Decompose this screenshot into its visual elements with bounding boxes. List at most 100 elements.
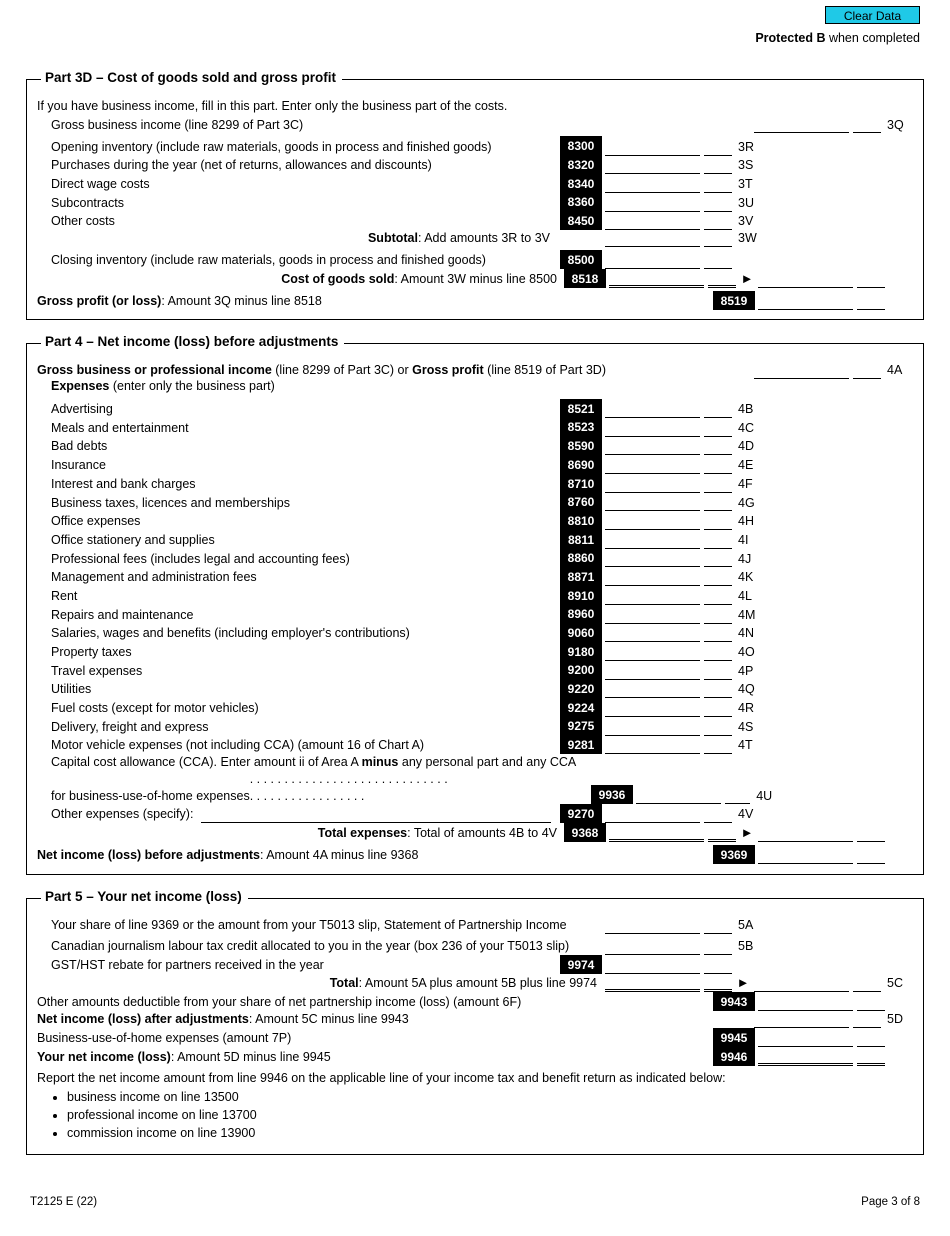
amount-cents[interactable] [704,533,732,549]
amount-input[interactable] [605,402,700,418]
amount-cents[interactable] [857,1048,885,1066]
amount-cents[interactable] [704,402,732,418]
amount-input[interactable] [754,117,849,133]
amount-input[interactable] [605,253,700,269]
amount-cents[interactable] [704,253,732,269]
amount-cents[interactable] [857,294,885,310]
clear-data-button[interactable]: Clear Data [825,6,920,24]
amount-input[interactable] [754,363,849,379]
amount-cents[interactable] [704,958,732,974]
amount-cents[interactable] [704,214,732,230]
amount-cents[interactable] [857,1031,885,1047]
amount-input[interactable] [758,848,853,864]
amount-cents[interactable] [704,495,732,511]
amount-input[interactable] [605,738,700,754]
amount-input[interactable] [605,939,700,955]
amount-input[interactable] [758,1031,853,1047]
amount-cents[interactable] [704,645,732,661]
amount-cents[interactable] [725,788,750,804]
amount-cents[interactable] [704,514,732,530]
amount-input[interactable] [605,196,700,212]
amount-input[interactable] [605,608,700,624]
line-label: Motor vehicle expenses (not including CC… [37,737,428,754]
amount-cents[interactable] [704,682,732,698]
amount-cents[interactable] [704,664,732,680]
amount-input[interactable] [609,824,704,842]
letter-3q: 3Q [883,117,913,134]
amount-input[interactable] [605,495,700,511]
amount-input[interactable] [605,589,700,605]
amount-cents[interactable] [708,824,736,842]
amount-cents[interactable] [704,140,732,156]
line-label: Salaries, wages and benefits (including … [37,625,414,642]
amount-input[interactable] [605,477,700,493]
amount-cents[interactable] [853,1012,881,1028]
amount-cents[interactable] [708,270,736,288]
amount-input[interactable] [605,626,700,642]
amount-cents[interactable] [857,995,885,1011]
amount-input[interactable] [605,514,700,530]
amount-cents[interactable] [704,439,732,455]
amount-cents[interactable] [704,177,732,193]
amount-input[interactable] [605,701,700,717]
amount-cents[interactable] [704,551,732,567]
amount-input[interactable] [605,551,700,567]
amount-input[interactable] [758,826,853,842]
amount-input[interactable] [605,458,700,474]
amount-cents[interactable] [857,848,885,864]
code-box: 9368 [564,823,606,842]
amount-input[interactable] [605,231,700,247]
amount-input[interactable] [605,664,700,680]
amount-cents[interactable] [853,363,881,379]
amount-input[interactable] [605,214,700,230]
amount-input[interactable] [605,421,700,437]
amount-input[interactable] [754,1012,849,1028]
amount-input[interactable] [605,974,700,992]
amount-input[interactable] [605,439,700,455]
amount-input[interactable] [605,645,700,661]
amount-cents[interactable] [704,701,732,717]
amount-input[interactable] [605,533,700,549]
amount-input[interactable] [636,788,721,804]
amount-input[interactable] [605,570,700,586]
amount-cents[interactable] [704,720,732,736]
amount-input[interactable] [609,270,704,288]
amount-cents[interactable] [704,231,732,247]
specify-field[interactable] [201,810,551,823]
amount-input[interactable] [758,294,853,310]
amount-input[interactable] [758,1048,853,1066]
amount-input[interactable] [758,272,853,288]
amount-cents[interactable] [704,421,732,437]
amount-cents[interactable] [704,807,732,823]
amount-cents[interactable] [704,158,732,174]
amount-input[interactable] [605,682,700,698]
amount-input[interactable] [758,995,853,1011]
amount-cents[interactable] [704,196,732,212]
amount-input[interactable] [605,958,700,974]
amount-cents[interactable] [853,976,881,992]
row-4-9220: Utilities92204Q [37,679,913,698]
amount-input[interactable] [754,976,849,992]
amount-input[interactable] [605,918,700,934]
code-box: 9224 [560,698,602,717]
amount-cents[interactable] [704,589,732,605]
amount-cents[interactable] [704,626,732,642]
amount-cents[interactable] [704,477,732,493]
amount-cents[interactable] [857,272,885,288]
amount-cents[interactable] [853,117,881,133]
amount-input[interactable] [605,140,700,156]
amount-input[interactable] [605,177,700,193]
amount-cents[interactable] [704,738,732,754]
amount-cents[interactable] [704,570,732,586]
line-letter: 3U [734,195,764,212]
amount-cents[interactable] [704,974,732,992]
amount-cents[interactable] [704,918,732,934]
amount-cents[interactable] [857,826,885,842]
amount-cents[interactable] [704,608,732,624]
row-3d-8360: Subcontracts83603U [37,192,913,211]
amount-cents[interactable] [704,939,732,955]
amount-input[interactable] [605,158,700,174]
amount-cents[interactable] [704,458,732,474]
amount-input[interactable] [605,720,700,736]
amount-input[interactable] [605,807,700,823]
